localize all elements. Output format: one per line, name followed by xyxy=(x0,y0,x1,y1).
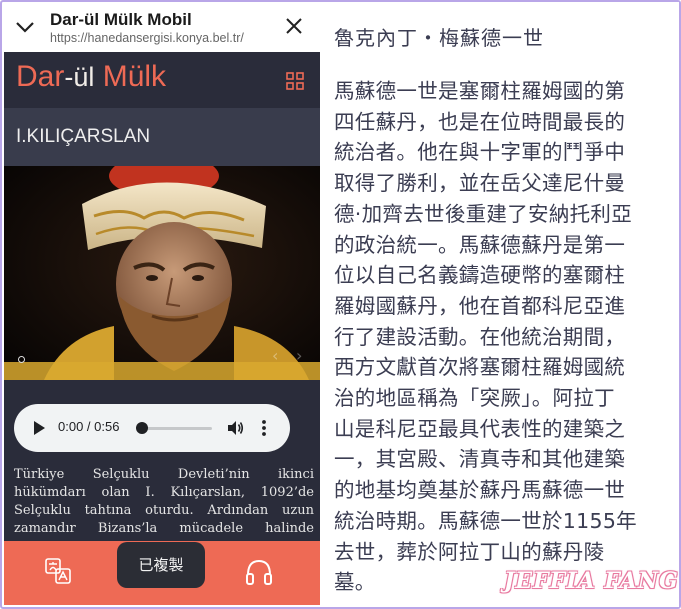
translation-line: 統治時期。馬蘇德一世於1155年 xyxy=(334,508,637,533)
translation-line: 羅姆國蘇丹，他在首都科尼亞進 xyxy=(334,293,626,318)
audio-time: 0:00 / 0:56 xyxy=(58,419,120,434)
translate-icon[interactable] xyxy=(44,557,72,585)
translation-line: 一，其宮殿、清真寺和其他建築 xyxy=(334,447,626,472)
translation-body: 馬蘇德一世是塞爾柱羅姆國的第 四任蘇丹，也是在位時間最長的 統治者。他在與十字軍… xyxy=(334,76,654,598)
more-vert-icon[interactable] xyxy=(261,419,267,437)
audio-progress-knob[interactable] xyxy=(136,422,148,434)
logo-dar: Dar xyxy=(16,60,65,93)
audio-player: 0:00 / 0:56 xyxy=(14,404,290,452)
translation-line: 山是科尼亞最具代表性的建築之 xyxy=(334,416,626,441)
browser-bar: Dar-ül Mülk Mobil https://hanedansergisi… xyxy=(4,4,320,52)
translation-line: 的地基均奠基於蘇丹馬蘇德一世 xyxy=(334,478,626,503)
section-title: I.KILIÇARSLAN xyxy=(16,126,151,147)
article-text: Türkiye Selçuklu Devleti’nin ikinci hükü… xyxy=(14,467,314,536)
translation-line: 行了建設活動。在他統治期間， xyxy=(334,324,626,349)
close-icon[interactable] xyxy=(284,16,304,36)
play-icon[interactable] xyxy=(34,421,45,435)
headphones-icon[interactable] xyxy=(244,557,274,587)
chevron-right-icon[interactable]: › xyxy=(296,346,302,365)
app-logo[interactable]: Dar-ül Mülk xyxy=(16,60,166,94)
translation-line: 西方文獻首次將塞爾柱羅姆國統 xyxy=(334,355,626,380)
translation-line: 位以自己名義鑄造硬幣的塞爾柱 xyxy=(334,263,626,288)
carousel-dot[interactable] xyxy=(18,356,25,363)
audio-zone: 0:00 / 0:56 xyxy=(4,380,320,466)
sultan-statue-photo[interactable]: ‹ › xyxy=(4,166,320,380)
translation-heading: 魯克內丁・梅蘇德一世 xyxy=(334,26,544,50)
phone-screen: Dar-ül Mülk Mobil https://hanedansergisi… xyxy=(4,4,320,605)
logo-mulk: Mülk xyxy=(102,60,167,93)
translation-line: 四任蘇丹，也是在位時間最長的 xyxy=(334,109,626,134)
audio-progress-track[interactable] xyxy=(140,427,212,430)
chevron-left-icon[interactable]: ‹ xyxy=(272,346,278,365)
section-title-bar: I.KILIÇARSLAN xyxy=(4,108,320,166)
translation-line: 去世，葬於阿拉丁山的蘇丹陵 xyxy=(334,539,605,564)
translation-line: 取得了勝利，並在岳父達尼什曼 xyxy=(334,171,626,196)
translation-line: 統治者。他在與十字軍的鬥爭中 xyxy=(334,140,626,165)
translation-panel: 魯克內丁・梅蘇德一世 馬蘇德一世是塞爾柱羅姆國的第 四任蘇丹，也是在位時間最長的… xyxy=(324,2,679,607)
app-header: Dar-ül Mülk xyxy=(4,52,320,108)
volume-icon[interactable] xyxy=(226,419,244,437)
browser-url[interactable]: https://hanedansergisi.konya.bel.tr/ xyxy=(50,31,244,45)
grid-icon[interactable] xyxy=(286,72,304,90)
translation-line: 馬蘇德一世是塞爾柱羅姆國的第 xyxy=(334,79,626,103)
logo-sep: - xyxy=(64,62,74,92)
browser-title: Dar-ül Mülk Mobil xyxy=(50,10,192,29)
translation-line: 的政治統一。馬蘇德蘇丹是第一 xyxy=(334,232,626,257)
watermark: JEFFIA FANG xyxy=(504,568,679,594)
copied-toast: 已複製 xyxy=(117,542,205,588)
chevron-down-icon[interactable] xyxy=(14,16,36,38)
translation-line: 治的地區稱為「突厥」。阿拉丁 xyxy=(334,386,615,411)
logo-ul: ül xyxy=(73,62,95,92)
translation-line: 德·加齊去世後重建了安納托利亞 xyxy=(334,201,633,226)
